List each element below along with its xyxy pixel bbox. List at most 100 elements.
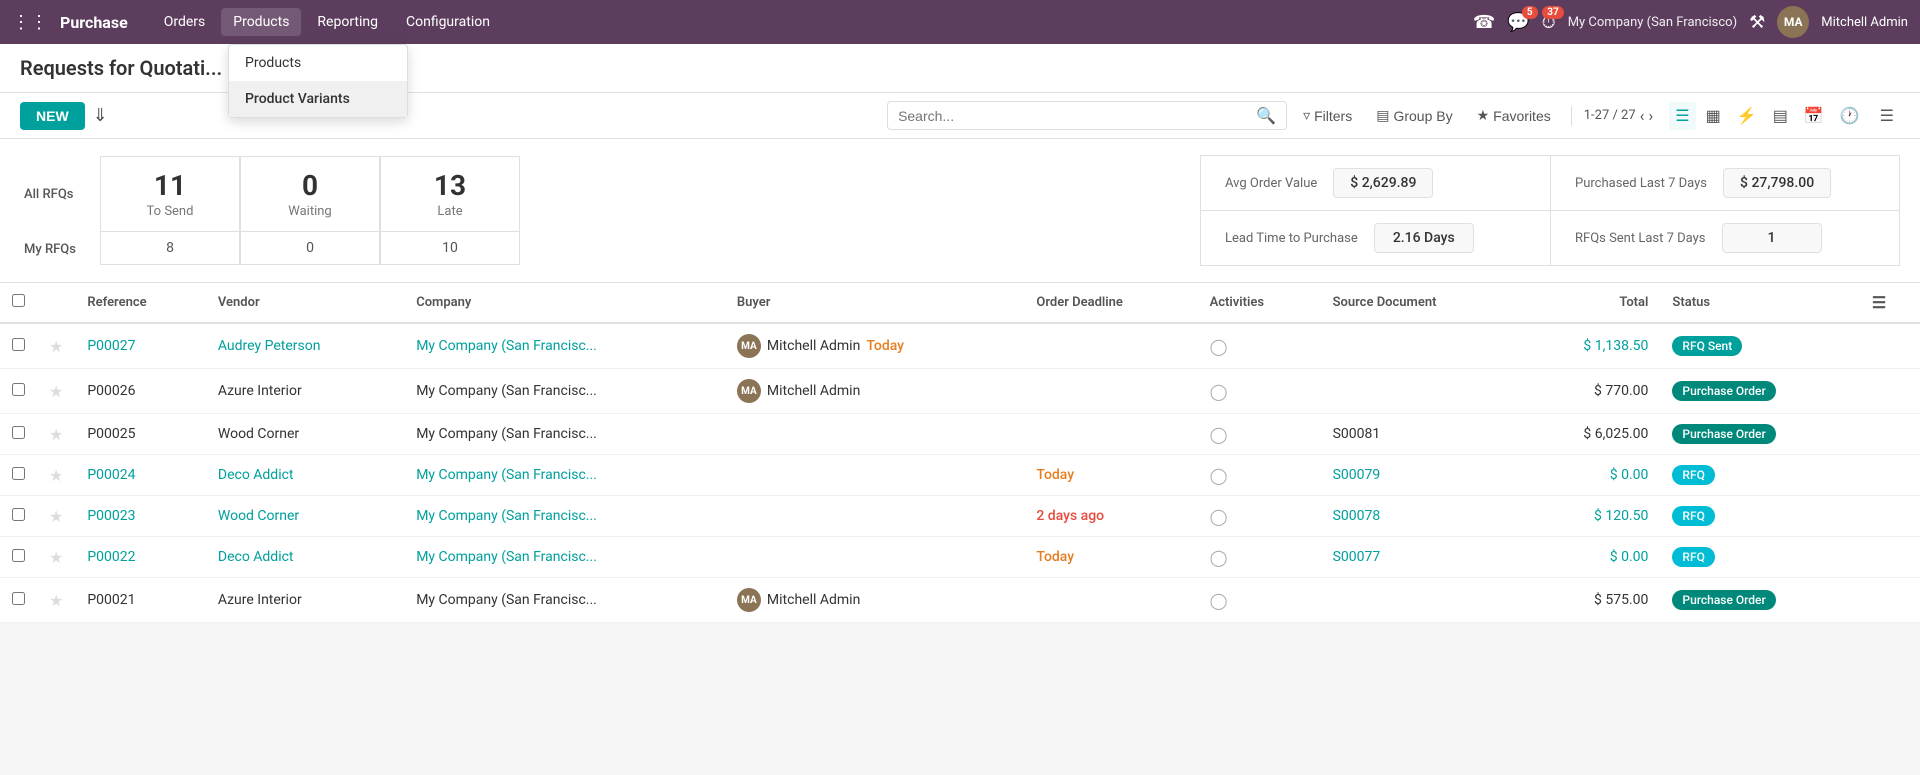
row-source: [1321, 323, 1521, 369]
company-name[interactable]: My Company (San Francisco): [1568, 15, 1737, 30]
favorites-button[interactable]: ★ Favorites: [1469, 103, 1559, 128]
total-link[interactable]: $ 120.50: [1594, 508, 1648, 524]
company-text: My Company (San Francisc...: [416, 426, 597, 442]
pagination-prev[interactable]: ‹: [1640, 106, 1645, 125]
col-status[interactable]: Status: [1660, 283, 1859, 323]
row-checkbox-col: [0, 455, 37, 496]
clock-view-btn[interactable]: 🕐: [1834, 102, 1866, 130]
menu-reporting[interactable]: Reporting: [305, 8, 390, 36]
my-to-send-card[interactable]: 8: [100, 232, 240, 265]
row-checkbox[interactable]: [12, 549, 25, 562]
favorite-star[interactable]: ★: [49, 466, 63, 485]
source-link[interactable]: S00079: [1333, 467, 1381, 483]
activities-clock-icon[interactable]: ◯: [1210, 337, 1228, 356]
activity-icon-btn[interactable]: ⏱ 37: [1542, 12, 1556, 33]
new-button[interactable]: NEW: [20, 102, 85, 130]
favorite-star[interactable]: ★: [49, 425, 63, 444]
my-waiting-card[interactable]: 0: [240, 232, 380, 265]
support-icon-btn[interactable]: ☎: [1473, 12, 1495, 33]
vendor-link[interactable]: Deco Addict: [218, 467, 294, 483]
row-total: $ 1,138.50: [1521, 323, 1660, 369]
favorite-star[interactable]: ★: [49, 548, 63, 567]
col-reference[interactable]: Reference: [75, 283, 206, 323]
app-name[interactable]: Purchase: [60, 13, 128, 32]
activities-clock-icon[interactable]: ◯: [1210, 425, 1228, 444]
col-deadline[interactable]: Order Deadline: [1024, 283, 1197, 323]
vendor-link[interactable]: Wood Corner: [218, 508, 299, 524]
select-all-checkbox[interactable]: [12, 294, 25, 307]
col-source[interactable]: Source Document: [1321, 283, 1521, 323]
col-total[interactable]: Total: [1521, 283, 1660, 323]
chat-icon-btn[interactable]: 💬 5: [1507, 12, 1529, 33]
vendor-link[interactable]: Audrey Peterson: [218, 338, 321, 354]
dropdown-item-products[interactable]: Products: [229, 45, 407, 81]
company-link[interactable]: My Company (San Francisc...: [416, 549, 597, 565]
favorite-star[interactable]: ★: [49, 382, 63, 401]
row-checkbox[interactable]: [12, 338, 25, 351]
activities-clock-icon[interactable]: ◯: [1210, 466, 1228, 485]
company-link[interactable]: My Company (San Francisc...: [416, 467, 597, 483]
waiting-card[interactable]: 0 Waiting: [240, 156, 380, 232]
company-link[interactable]: My Company (San Francisc...: [416, 508, 597, 524]
kanban-view-btn[interactable]: ▦: [1700, 102, 1727, 130]
search-input[interactable]: [898, 108, 1256, 124]
grid-icon[interactable]: ⋮⋮: [12, 12, 48, 33]
vendor-link[interactable]: Deco Addict: [218, 549, 294, 565]
my-late-card[interactable]: 10: [380, 232, 520, 265]
total-link[interactable]: $ 1,138.50: [1583, 338, 1648, 354]
page-title: Requests for Quotati...: [20, 56, 222, 80]
ref-link[interactable]: P00024: [87, 467, 135, 483]
dropdown-item-product-variants[interactable]: Product Variants: [229, 81, 407, 117]
company-link[interactable]: My Company (San Francisc...: [416, 338, 597, 354]
ref-link[interactable]: P00023: [87, 508, 135, 524]
row-checkbox[interactable]: [12, 508, 25, 521]
ref-link[interactable]: P00022: [87, 549, 135, 565]
favorite-star[interactable]: ★: [49, 507, 63, 526]
menu-configuration[interactable]: Configuration: [394, 8, 502, 36]
list-view-btn[interactable]: ☰: [1669, 102, 1695, 130]
groupby-button[interactable]: ▤ Group By: [1368, 103, 1460, 128]
row-checkbox[interactable]: [12, 592, 25, 605]
favorite-star[interactable]: ★: [49, 591, 63, 610]
upload-button[interactable]: ⇓: [93, 105, 108, 126]
row-checkbox-col: [0, 496, 37, 537]
adjust-cols-button[interactable]: ☰: [1874, 102, 1900, 130]
filters-button[interactable]: ▿ Filters: [1295, 103, 1360, 128]
late-card[interactable]: 13 Late: [380, 156, 520, 232]
late-number: 13: [401, 169, 499, 202]
source-link[interactable]: S00078: [1333, 508, 1381, 524]
activities-clock-icon[interactable]: ◯: [1210, 507, 1228, 526]
row-status: Purchase Order: [1660, 578, 1859, 623]
menu-orders[interactable]: Orders: [152, 8, 218, 36]
ref-link[interactable]: P00027: [87, 338, 135, 354]
row-checkbox[interactable]: [12, 426, 25, 439]
all-rfqs-label[interactable]: All RFQs: [20, 187, 73, 202]
col-company[interactable]: Company: [404, 283, 725, 323]
adjust-columns-icon[interactable]: ☰: [1872, 293, 1886, 312]
my-rfqs-label[interactable]: My RFQs: [20, 242, 76, 257]
grid-view-btn[interactable]: ⚡: [1731, 102, 1763, 130]
my-rfq-cards: 8 0 10: [100, 232, 520, 265]
col-vendor[interactable]: Vendor: [206, 283, 404, 323]
row-activities: ◯: [1198, 323, 1321, 369]
source-link[interactable]: S00077: [1333, 549, 1381, 565]
settings-icon[interactable]: ⚒: [1749, 12, 1765, 33]
chart-view-btn[interactable]: ▤: [1767, 102, 1794, 130]
row-extra: [1860, 414, 1920, 455]
avatar[interactable]: MA: [1777, 6, 1809, 38]
menu-products[interactable]: Products: [221, 8, 301, 36]
favorite-star[interactable]: ★: [49, 337, 63, 356]
activities-clock-icon[interactable]: ◯: [1210, 591, 1228, 610]
total-link[interactable]: $ 0.00: [1610, 549, 1649, 565]
to-send-card[interactable]: 11 To Send: [100, 156, 240, 232]
total-link[interactable]: $ 0.00: [1610, 467, 1649, 483]
row-checkbox[interactable]: [12, 467, 25, 480]
col-buyer[interactable]: Buyer: [725, 283, 1024, 323]
activities-clock-icon[interactable]: ◯: [1210, 548, 1228, 567]
row-activities: ◯: [1198, 369, 1321, 414]
pagination-next[interactable]: ›: [1648, 106, 1653, 125]
col-activities[interactable]: Activities: [1198, 283, 1321, 323]
calendar-view-btn[interactable]: 📅: [1798, 102, 1830, 130]
activities-clock-icon[interactable]: ◯: [1210, 382, 1228, 401]
row-checkbox[interactable]: [12, 383, 25, 396]
